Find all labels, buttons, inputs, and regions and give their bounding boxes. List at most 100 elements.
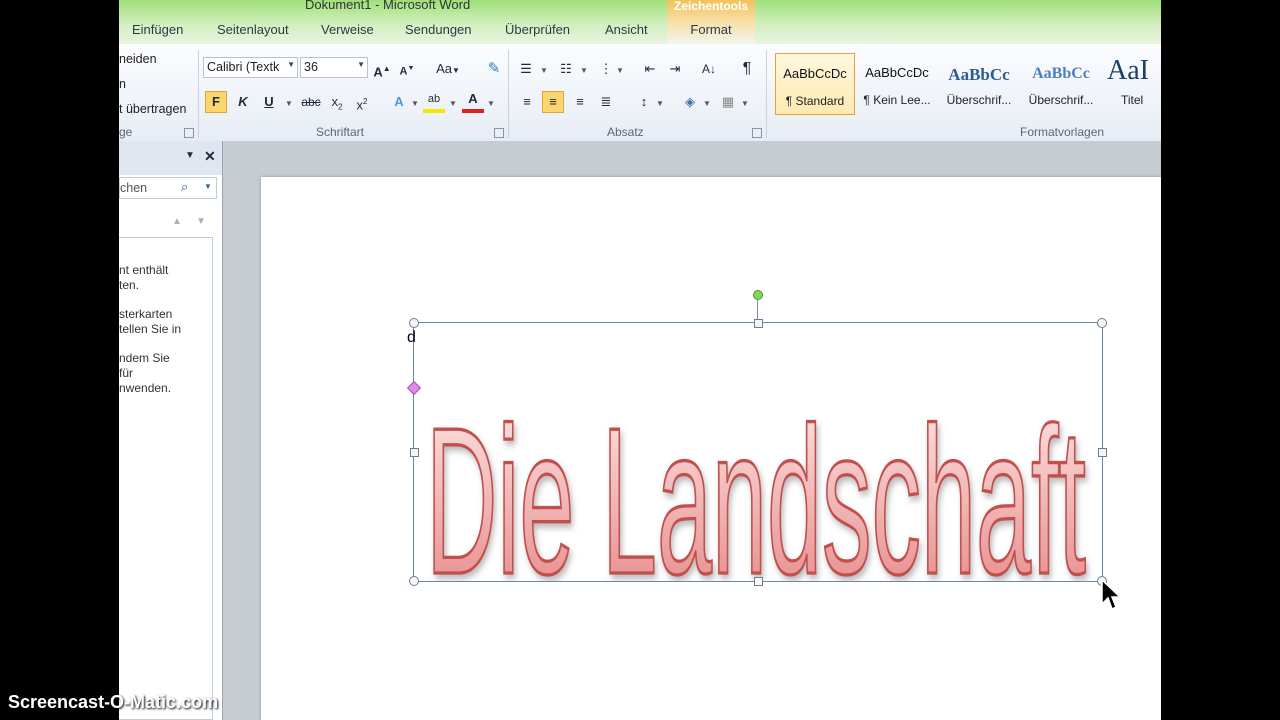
italic-button[interactable]: K [232,91,254,113]
chevron-down-icon[interactable]: ▼ [703,99,711,108]
style-name: ¶ Kein Lee... [863,93,931,107]
message-line: nwenden. [119,381,172,395]
bold-button[interactable]: F [205,91,227,113]
resize-handle-bottom[interactable] [754,577,763,586]
paragraph-group-label: Absatz [607,125,644,139]
align-left-icon[interactable]: ≡ [516,91,538,113]
chevron-down-icon[interactable]: ▼ [487,99,495,108]
font-dialog-launcher-icon[interactable] [494,128,504,138]
chevron-down-icon[interactable]: ▼ [449,99,457,108]
font-name-dropdown[interactable]: Calibri (Textk ▼ [203,57,298,78]
font-size-dropdown[interactable]: 36 ▼ [300,57,368,78]
subscript-button[interactable]: x2 [326,91,348,113]
cut-button[interactable]: neiden [119,52,157,66]
underline-button[interactable]: U [258,91,280,113]
search-icon[interactable]: ⌕ [181,179,188,195]
style-heading-1[interactable]: AaBbCc Überschrif... [939,53,1019,115]
tab-sendungen[interactable]: Sendungen [405,22,472,37]
clipboard-dialog-launcher-icon[interactable] [184,128,194,138]
resize-handle-left[interactable] [410,448,419,457]
format-painter-button[interactable]: t übertragen [119,102,186,116]
style-name: Überschrif... [1028,93,1094,107]
justify-icon[interactable]: ≣ [595,91,617,113]
text-effects-button[interactable]: A [388,91,410,113]
line-spacing-icon[interactable]: ↕ [633,91,655,113]
align-right-icon[interactable]: ≡ [569,91,591,113]
clear-formatting-icon[interactable]: ✎ [483,58,505,80]
font-group-label: Schriftart [316,125,365,139]
navigation-pane-header: ▼ ✕ [119,141,222,175]
chevron-down-icon[interactable]: ▼ [616,66,624,75]
resize-handle-right[interactable] [1098,448,1107,457]
highlighter-icon: ab [427,93,441,105]
numbering-icon[interactable]: ☷ [555,58,577,80]
chevron-down-icon[interactable]: ▼ [580,66,588,75]
text-effects-icon: A [394,94,404,109]
multilevel-list-icon[interactable]: ⋮ [595,58,617,80]
paragraph-dialog-launcher-icon[interactable] [752,128,762,138]
strikethrough-button[interactable]: abc [298,91,324,113]
tab-format[interactable]: Format [667,22,755,37]
message-line: tellen Sie in [119,322,182,336]
previous-result-icon[interactable]: ▲ [172,216,182,227]
font-color-button[interactable]: A [462,91,484,113]
increase-indent-icon[interactable]: ⇥ [664,58,686,80]
wordart-selection-frame[interactable]: d Die Landschaft [406,290,1107,586]
close-icon[interactable]: ✕ [204,148,216,165]
wordart-text[interactable]: Die Landschaft [414,323,1102,581]
resize-handle-top-right[interactable] [1097,318,1107,328]
style-preview: AaBbCc [1032,65,1090,82]
document-page[interactable]: d Die Landschaft [261,177,1161,720]
chevron-down-icon[interactable]: ▼ [411,99,419,108]
ribbon: neiden n t übertragen ge Calibri (Textk ▼… [119,44,1161,142]
align-center-icon[interactable]: ≡ [542,91,564,113]
next-result-icon[interactable]: ▼ [196,216,206,227]
tab-ansicht[interactable]: Ansicht [605,22,648,37]
style-preview: AaI [1107,55,1149,86]
message-line: sterkarten [119,307,173,321]
resize-handle-bottom-left[interactable] [409,576,419,586]
italic-icon: K [238,94,248,109]
chevron-down-icon[interactable]: ▼ [204,182,212,191]
style-standard[interactable]: AaBbCcDc ¶ Standard [775,53,855,115]
grow-font-button[interactable]: A▲ [371,58,393,80]
superscript-button[interactable]: x2 [351,91,373,113]
navigation-search-field[interactable]: chen ⌕ ▼ [119,177,217,199]
sort-button[interactable]: A↓ [698,58,720,80]
document-area: d Die Landschaft [222,141,1161,720]
borders-icon[interactable]: ▦ [717,91,739,113]
watermark: Screencast-O-Matic.com [8,692,219,712]
font-size-value: 36 [304,60,318,74]
bold-icon: F [212,94,220,109]
decrease-indent-icon[interactable]: ⇤ [639,58,661,80]
chevron-down-icon[interactable]: ▼ [656,99,664,108]
tab-ueberpruefen[interactable]: Überprüfen [505,22,570,37]
resize-handle-top[interactable] [754,319,763,328]
style-no-spacing[interactable]: AaBbCcDc ¶ Kein Lee... [857,53,937,115]
highlight-button[interactable]: ab [423,91,445,113]
style-title[interactable]: AaI Titel [1103,53,1161,115]
style-name: Titel [1121,93,1144,107]
tab-einfuegen[interactable]: Einfügen [132,22,183,37]
copy-button[interactable]: n [119,77,126,91]
change-case-icon: Aa [436,61,452,76]
show-formatting-button[interactable]: ¶ [736,58,758,80]
message-line: für [119,366,134,380]
pane-options-icon[interactable]: ▼ [185,150,195,161]
clipboard-group-label: ge [119,125,133,139]
window-title: Dokument1 - Microsoft Word [305,0,471,12]
group-separator [198,50,199,138]
style-heading-2[interactable]: AaBbCc Überschrif... [1021,53,1101,115]
chevron-down-icon[interactable]: ▼ [285,99,293,108]
chevron-down-icon[interactable]: ▼ [540,66,548,75]
font-name-value: Calibri (Textk [207,60,280,74]
bullets-icon[interactable]: ☰ [515,58,537,80]
shrink-font-button[interactable]: A▼ [396,58,418,80]
tab-verweise[interactable]: Verweise [321,22,374,37]
rotate-handle[interactable] [753,290,763,300]
chevron-down-icon[interactable]: ▼ [741,99,749,108]
tab-seitenlayout[interactable]: Seitenlayout [217,22,289,37]
shading-icon[interactable]: ◈ [679,91,701,113]
change-case-button[interactable]: Aa▼ [433,58,463,80]
resize-handle-top-left[interactable] [409,318,419,328]
